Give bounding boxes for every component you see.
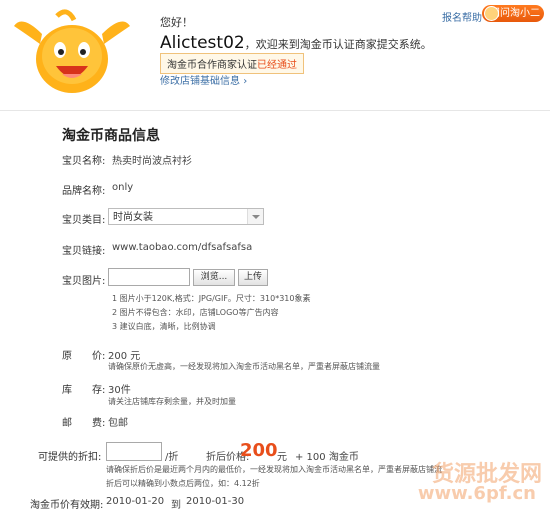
shipping-value: 包邮: [108, 418, 128, 429]
image-note-2: 2 图片不得包含：水印，店铺LOGO等广告内容: [112, 308, 279, 317]
after-price-unit: 元: [277, 452, 287, 463]
product-info-form: 淘金币商品信息 宝贝名称: 热卖时尚波点衬衫 品牌名称: only 宝贝类目: …: [0, 111, 550, 514]
link-label: 宝贝链接:: [62, 246, 106, 257]
welcome-line: Alictest02，欢迎来到淘金币认证商家提交系统。: [160, 33, 432, 53]
image-note-1: 1 图片小于120K,格式：JPG/GIF。尺寸：310*310象素: [112, 294, 311, 303]
greeting-text: 您好！: [160, 16, 193, 29]
stock-value: 30件: [108, 385, 131, 396]
brand-value: only: [112, 182, 134, 193]
cert-status: 已经通过: [257, 60, 297, 71]
after-price-value: 200: [240, 440, 278, 461]
avatar-icon: [484, 6, 499, 21]
validity-end: 2010-01-30: [186, 496, 245, 507]
original-price-label: 原 价:: [62, 351, 106, 362]
original-price-note: 请确保原价无虚高，一经发现将加入淘金币活动黑名单，严重者屏蔽店铺流量: [108, 362, 380, 371]
category-label: 宝贝类目:: [62, 215, 106, 226]
image-note-3: 3 建议白底，清晰，比例协调: [112, 322, 216, 331]
category-select[interactable]: 时尚女装: [108, 208, 264, 225]
welcome-text: ，欢迎来到淘金币认证商家提交系统。: [244, 38, 432, 51]
category-selected: 时尚女装: [113, 212, 153, 223]
username: Alictest02: [160, 33, 245, 53]
validity-start: 2010-01-20: [106, 496, 165, 507]
discount-note-1: 请确保折后价是最近两个月内的最低价，一经发现将加入淘金币活动黑名单，严重者屏蔽店…: [106, 465, 442, 474]
discount-input[interactable]: [106, 442, 162, 461]
cert-prefix: 淘金币合作商家认证: [167, 60, 257, 71]
chevron-down-icon[interactable]: [247, 209, 263, 224]
coin-amount: + 100 淘金币: [295, 452, 359, 463]
mascot-logo: [14, 9, 130, 93]
discount-label: 可提供的折扣:: [38, 452, 102, 463]
modify-shop-link[interactable]: 修改店铺基础信息 ›: [160, 72, 247, 87]
page-header: 您好！ Alictest02，欢迎来到淘金币认证商家提交系统。 淘金币合作商家认…: [0, 0, 550, 111]
modify-shop-label: 修改店铺基础信息: [160, 76, 240, 87]
stock-label: 库 存:: [62, 385, 106, 396]
validity-label: 淘金币价有效期:: [30, 500, 104, 511]
form-title: 淘金币商品信息: [62, 128, 160, 144]
image-path-input[interactable]: [108, 268, 190, 286]
discount-note-2: 折后可以精确到小数点后两位，如：4.12折: [106, 479, 260, 488]
image-label: 宝贝图片:: [62, 276, 106, 287]
certification-badge: 淘金币合作商家认证已经通过: [160, 53, 304, 74]
link-value: www.taobao.com/dfsafsafsa: [112, 242, 253, 253]
stock-note: 请关注店铺库存剩余量，并及时加量: [108, 397, 236, 406]
discount-unit: /折: [165, 452, 179, 463]
validity-to: 到: [171, 500, 181, 511]
help-link[interactable]: 报名帮助: [442, 9, 482, 24]
original-price-value: 200 元: [108, 351, 141, 362]
name-label: 宝贝名称:: [62, 156, 106, 167]
ask-xiaoer-button[interactable]: 问问淘小二: [482, 5, 544, 22]
watermark-url: www.6pf.cn: [417, 483, 536, 504]
browse-button[interactable]: 浏览...: [193, 269, 235, 286]
shipping-label: 邮 费:: [62, 418, 106, 429]
name-value: 热卖时尚波点衬衫: [112, 156, 192, 167]
brand-label: 品牌名称:: [62, 186, 106, 197]
chevron-right-icon: ›: [243, 76, 248, 87]
upload-button[interactable]: 上传: [238, 269, 268, 286]
